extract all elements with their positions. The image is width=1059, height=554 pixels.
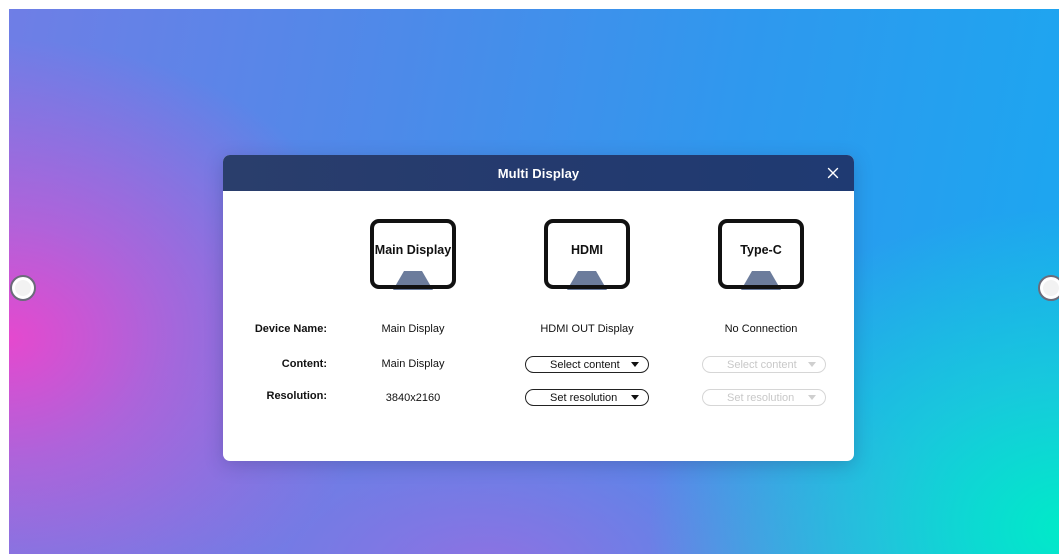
- screen: Multi Display Main Display HDMI Type-C D…: [0, 0, 1059, 554]
- resolution-label: Resolution:: [266, 390, 328, 402]
- left-side-toolbar-handle[interactable]: [10, 275, 36, 301]
- device-name-label: Device Name:: [254, 323, 327, 335]
- hdmi-resolution-select[interactable]: Set resolution: [525, 389, 649, 406]
- monitor-label-type-c: Type-C: [740, 243, 782, 257]
- resolution-main-value: 3840x2160: [385, 392, 441, 404]
- hdmi-content-select[interactable]: Select content: [525, 356, 649, 373]
- device-name-type-c: No Connection: [724, 323, 798, 335]
- right-side-toolbar-handle[interactable]: [1038, 275, 1059, 301]
- close-button[interactable]: [824, 164, 842, 182]
- type-c-monitor-icon: Type-C: [718, 219, 804, 297]
- type-c-content-select-label: Select content: [727, 358, 797, 371]
- type-c-resolution-select: Set resolution: [702, 389, 826, 406]
- chevron-down-icon: [631, 362, 639, 367]
- chevron-down-icon: [808, 362, 816, 367]
- monitor-label-hdmi: HDMI: [571, 243, 603, 257]
- hdmi-monitor-icon: HDMI: [544, 219, 630, 297]
- multi-display-dialog: Multi Display Main Display HDMI Type-C D…: [223, 155, 854, 461]
- hdmi-content-select-label: Select content: [550, 358, 620, 371]
- main-display-monitor-icon: Main Display: [370, 219, 456, 297]
- hdmi-resolution-select-label: Set resolution: [550, 391, 618, 404]
- dialog-header: Multi Display: [223, 155, 854, 191]
- type-c-content-select: Select content: [702, 356, 826, 373]
- type-c-resolution-select-label: Set resolution: [727, 391, 795, 404]
- device-name-hdmi: HDMI OUT Display: [540, 323, 634, 335]
- content-main-value: Main Display: [381, 358, 445, 370]
- content-label: Content:: [281, 358, 327, 370]
- dialog-title: Multi Display: [497, 165, 580, 181]
- chevron-down-icon: [808, 395, 816, 400]
- device-name-main: Main Display: [381, 323, 445, 335]
- chevron-down-icon: [631, 395, 639, 400]
- close-icon: [827, 167, 839, 179]
- monitor-label-main: Main Display: [374, 243, 452, 257]
